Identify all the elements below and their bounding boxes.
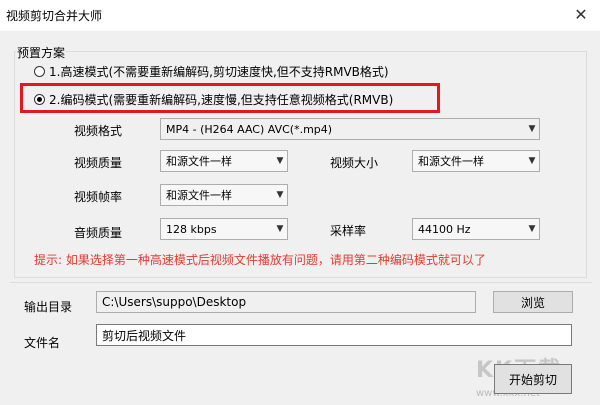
audio-quality-select[interactable]: 128 kbps ▼ (160, 218, 288, 240)
filename-label: 文件名 (24, 336, 61, 350)
video-quality-label: 视频质量 (74, 156, 123, 170)
preset-option-1[interactable]: 1.高速模式(不需要重新编解码,剪切速度快,但不支持RMVB格式) (34, 63, 389, 80)
sample-rate-select[interactable]: 44100 Hz ▼ (412, 218, 540, 240)
video-format-label: 视频格式 (74, 124, 123, 138)
video-size-label: 视频大小 (330, 156, 379, 170)
chevron-down-icon: ▼ (276, 190, 284, 200)
divider (10, 282, 592, 283)
video-quality-select[interactable]: 和源文件一样 ▼ (160, 150, 288, 172)
preset-option-2[interactable]: 2.编码模式(需要重新编解码,速度慢,但支持任意视频格式(RMVB) (34, 91, 393, 108)
sample-rate-value: 44100 Hz (418, 222, 471, 236)
window-title: 视频剪切合并大师 (6, 9, 103, 23)
audio-quality-value: 128 kbps (166, 222, 217, 236)
preset-option-2-label: 2.编码模式(需要重新编解码,速度慢,但支持任意视频格式(RMVB) (49, 93, 394, 107)
preset-group-label: 预置方案 (16, 44, 67, 61)
video-size-select[interactable]: 和源文件一样 ▼ (412, 150, 540, 172)
filename-value: 剪切后视频文件 (102, 328, 187, 343)
audio-quality-label: 音频质量 (74, 226, 123, 240)
chevron-down-icon: ▼ (528, 156, 536, 166)
chevron-down-icon: ▼ (276, 224, 284, 234)
browse-label: 浏览 (520, 295, 545, 310)
output-dir-field[interactable]: C:\Users\suppo\Desktop (96, 291, 476, 313)
chevron-down-icon: ▼ (528, 124, 536, 134)
frame-rate-value: 和源文件一样 (166, 189, 232, 202)
chevron-down-icon: ▼ (528, 224, 536, 234)
hint-text: 提示: 如果选择第一种高速模式后视频文件播放有问题，请用第二种编码模式就可以了 (34, 253, 486, 267)
video-format-select[interactable]: MP4 - (H264 AAC) AVC(*.mp4) ▼ (160, 118, 540, 140)
title-bar: 视频剪切合并大师 ✕ (0, 0, 600, 31)
radio-button-1[interactable] (34, 66, 45, 77)
preset-option-1-label: 1.高速模式(不需要重新编解码,剪切速度快,但不支持RMVB格式) (49, 65, 389, 79)
video-format-value: MP4 - (H264 AAC) AVC(*.mp4) (166, 122, 333, 136)
video-size-value: 和源文件一样 (418, 155, 484, 168)
radio-button-2[interactable] (34, 94, 45, 105)
output-dir-label: 输出目录 (24, 300, 73, 314)
browse-button[interactable]: 浏览 (493, 291, 573, 313)
frame-rate-label: 视频帧率 (74, 190, 123, 204)
video-quality-value: 和源文件一样 (166, 155, 232, 168)
start-cut-button[interactable]: 开始剪切 (494, 364, 572, 394)
filename-field[interactable]: 剪切后视频文件 (96, 324, 572, 346)
start-cut-label: 开始剪切 (508, 372, 557, 387)
close-icon[interactable]: ✕ (570, 4, 592, 26)
chevron-down-icon: ▼ (276, 156, 284, 166)
output-dir-value: C:\Users\suppo\Desktop (102, 295, 247, 309)
sample-rate-label: 采样率 (330, 224, 367, 238)
frame-rate-select[interactable]: 和源文件一样 ▼ (160, 184, 288, 206)
